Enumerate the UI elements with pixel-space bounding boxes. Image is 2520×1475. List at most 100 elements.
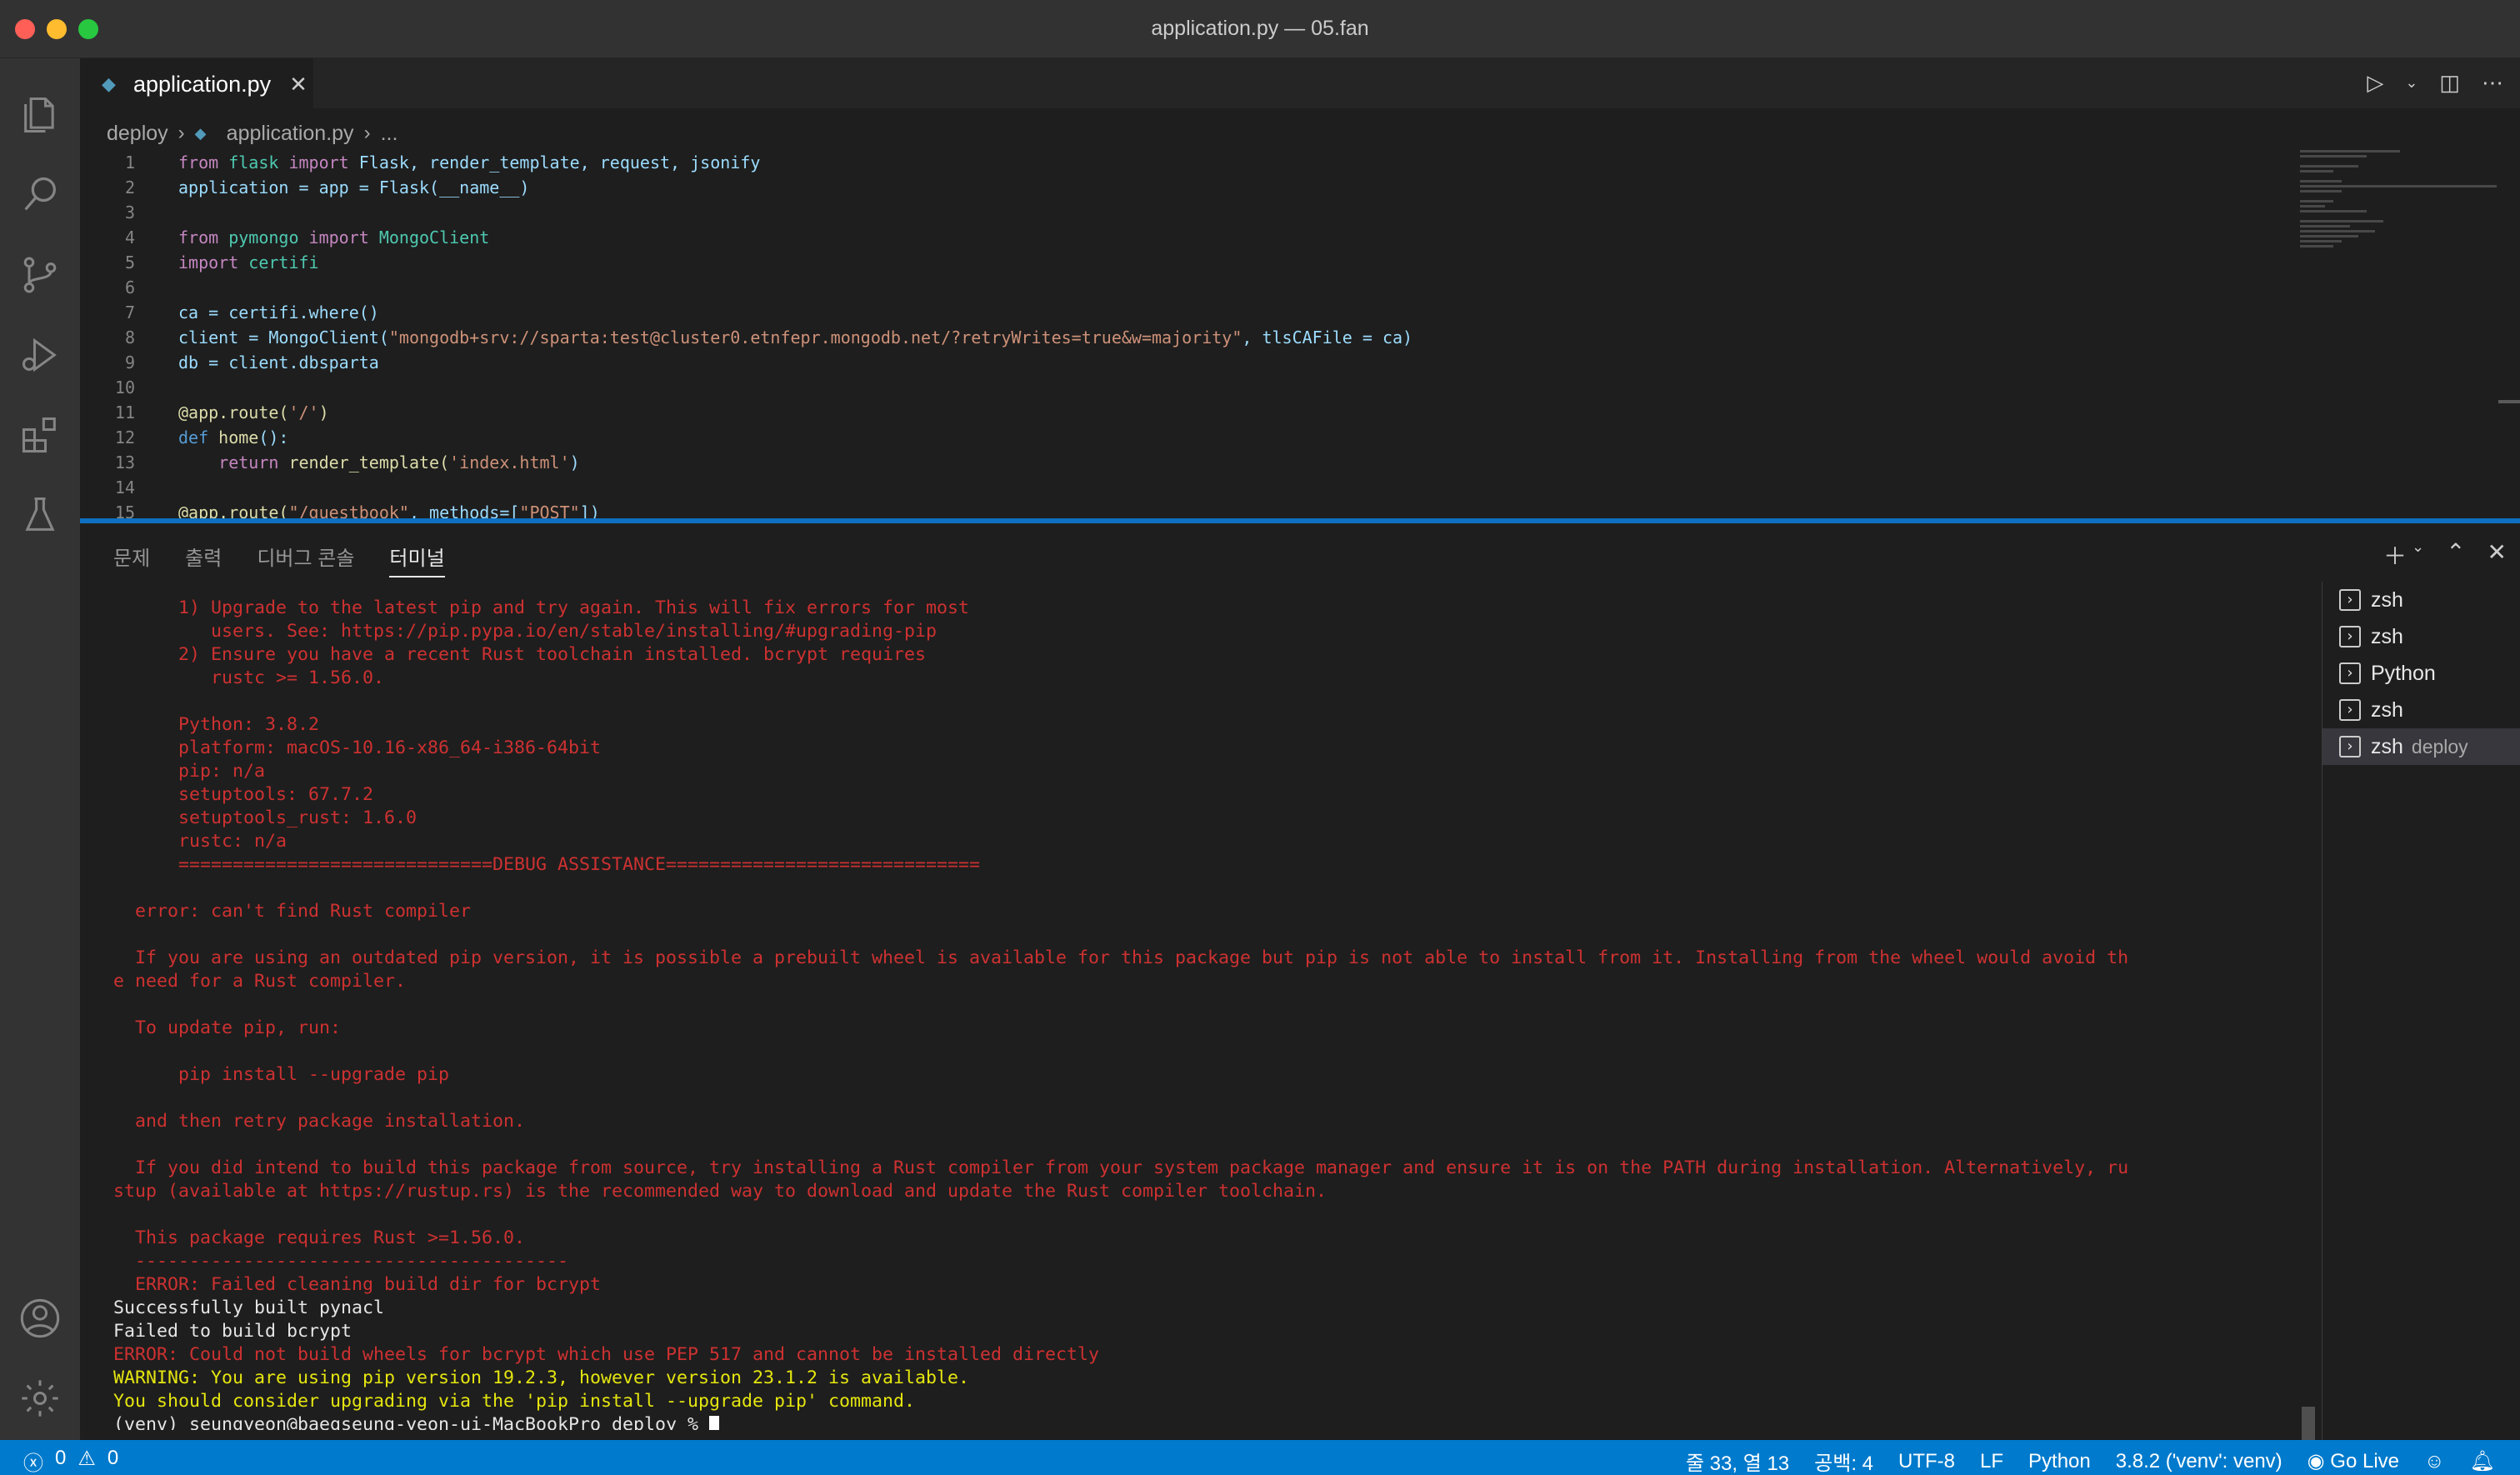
terminal-name: zsh <box>2371 734 2403 758</box>
terminal-line: This package requires Rust >=1.56.0. <box>113 1228 526 1248</box>
line-number: 9 <box>124 352 135 372</box>
more-actions-icon[interactable]: ⋯ <box>2482 70 2503 96</box>
panel-tab-bar: 문제 출력 디버그 콘솔 터미널 <box>113 542 445 578</box>
code-line: 15 @app.route("/guestbook", methods=["PO… <box>80 500 2330 518</box>
editor-actions: ▷ ⌄ ◫ ⋯ <box>2367 70 2503 96</box>
split-editor-icon[interactable]: ◫ <box>2439 70 2460 96</box>
terminal-line: platform: macOS-10.16-x86_64-i386-64bit <box>113 738 602 758</box>
line-number: 14 <box>114 478 135 498</box>
notifications-bell-icon[interactable]: 🔔︎ <box>2470 1449 2495 1473</box>
window-title: application.py — 05.fan <box>1151 17 1369 40</box>
python-interpreter[interactable]: 3.8.2 ('venv': venv) <box>2116 1450 2282 1473</box>
code-editor[interactable]: 1 from flask import Flask, render_templa… <box>80 150 2330 518</box>
editor-scrollbar[interactable] <box>2498 400 2520 403</box>
go-live-button[interactable]: ◉ Go Live <box>2308 1449 2399 1473</box>
breadcrumb-file[interactable]: application.py <box>227 122 354 146</box>
terminal-line: error: can't find Rust compiler <box>113 901 472 922</box>
terminal-list-item[interactable]: › Python <box>2322 655 2520 692</box>
terminal-dropdown-icon[interactable]: ⌄ <box>2412 538 2424 572</box>
warning-count: 0 <box>107 1447 119 1469</box>
terminal-line: WARNING: You are using pip version 19.2.… <box>113 1368 970 1388</box>
breadcrumb-folder[interactable]: deploy <box>107 122 168 146</box>
terminal-line: To update pip, run: <box>113 1018 342 1038</box>
tab-application-py[interactable]: ◆ application.py ✕ <box>80 58 313 108</box>
indentation[interactable]: 공백: 4 <box>1814 1447 1873 1475</box>
end-of-line[interactable]: LF <box>1980 1450 2003 1473</box>
breadcrumb: deploy › ◆ application.py › ... <box>107 118 398 148</box>
account-icon[interactable] <box>17 1295 63 1342</box>
terminal-name: Python <box>2371 661 2436 685</box>
language-mode[interactable]: Python <box>2028 1450 2091 1473</box>
testing-icon[interactable] <box>17 492 63 538</box>
run-python-icon[interactable]: ▷ <box>2367 70 2383 96</box>
code-line: 11 @app.route('/') <box>80 400 2330 425</box>
terminal-line: Python: 3.8.2 <box>113 714 320 735</box>
code-line: 14 <box>80 475 2330 500</box>
terminal-list-item[interactable]: › zsh <box>2322 582 2520 618</box>
terminal-icon: › <box>2339 699 2361 721</box>
terminal-name: zsh <box>2371 624 2403 648</box>
source-control-icon[interactable] <box>17 252 63 298</box>
editor-tab-bar: ◆ application.py ✕ ▷ ⌄ ◫ ⋯ <box>80 58 2520 108</box>
error-icon: ⓧ <box>23 1452 43 1475</box>
terminal-line: pip install --upgrade pip <box>113 1064 450 1085</box>
tab-problems[interactable]: 문제 <box>113 542 150 578</box>
terminal-prompt[interactable]: (venv) seungyeon@baegseung-yeon-ui-MacBo… <box>113 1413 2363 1430</box>
panel-actions: ＋ ⌄ ⌃ ✕ <box>2383 538 2507 572</box>
tab-debug-console[interactable]: 디버그 콘솔 <box>257 542 354 578</box>
extensions-icon[interactable] <box>17 412 63 458</box>
breadcrumb-chevron-icon: › <box>178 122 185 144</box>
python-file-icon: ◆ <box>194 124 207 142</box>
breadcrumb-chevron-icon: › <box>363 122 371 144</box>
feedback-icon[interactable]: ☺ <box>2424 1450 2445 1473</box>
line-number: 7 <box>124 302 135 322</box>
line-number: 5 <box>124 252 135 272</box>
run-dropdown-icon[interactable]: ⌄ <box>2405 74 2418 92</box>
tab-output[interactable]: 출력 <box>185 542 222 578</box>
status-bar: ⓧ 0 ⚠ 0 줄 33, 열 13 공백: 4 UTF-8 LF Python… <box>0 1440 2520 1475</box>
cursor-position[interactable]: 줄 33, 열 13 <box>1686 1447 1789 1475</box>
code-line: 8 client = MongoClient("mongodb+srv://sp… <box>80 325 2330 350</box>
terminal-icon: › <box>2339 736 2361 758</box>
terminal-line: setuptools_rust: 1.6.0 <box>113 808 418 828</box>
line-number: 4 <box>124 228 135 248</box>
terminal-icon: › <box>2339 662 2361 684</box>
terminal-line: rustc >= 1.56.0. <box>113 668 385 688</box>
run-debug-icon[interactable] <box>17 332 63 378</box>
tab-label: application.py <box>133 71 272 97</box>
terminal-list-item[interactable]: › zsh <box>2322 618 2520 655</box>
problems-indicator[interactable]: ⓧ 0 ⚠ 0 <box>23 1447 118 1475</box>
settings-gear-icon[interactable] <box>17 1375 63 1422</box>
files-icon[interactable] <box>17 92 63 138</box>
terminal-line: Failed to build bcrypt <box>113 1321 352 1342</box>
terminal-list-item[interactable]: › zsh deploy <box>2322 728 2520 765</box>
search-icon[interactable] <box>17 172 63 218</box>
line-number: 6 <box>124 278 135 298</box>
close-panel-icon[interactable]: ✕ <box>2488 538 2507 572</box>
terminal-line: =============================DEBUG ASSIS… <box>113 854 981 875</box>
maximize-panel-icon[interactable]: ⌃ <box>2446 538 2465 572</box>
terminal-line: and then retry package installation. <box>113 1111 526 1132</box>
new-terminal-icon[interactable]: ＋ <box>2383 538 2407 572</box>
code-line: 3 <box>80 200 2330 225</box>
line-number: 13 <box>114 452 135 472</box>
terminal-scrollbar[interactable] <box>2302 1407 2315 1440</box>
encoding[interactable]: UTF-8 <box>1898 1450 1955 1473</box>
terminal-output[interactable]: 1) Upgrade to the latest pip and try aga… <box>113 597 2363 1430</box>
terminal-line: ERROR: Could not build wheels for bcrypt… <box>113 1344 1100 1365</box>
terminal-cursor <box>709 1416 720 1430</box>
terminal-line: You should consider upgrading via the 'p… <box>113 1391 916 1412</box>
minimap[interactable] <box>2300 150 2500 317</box>
line-number: 10 <box>114 378 135 398</box>
breadcrumb-symbols[interactable]: ... <box>381 122 398 146</box>
terminal-list-item[interactable]: › zsh <box>2322 692 2520 728</box>
code-line: 13 return render_template('index.html') <box>80 450 2330 475</box>
tab-terminal[interactable]: 터미널 <box>389 542 445 578</box>
code-line: 4 from pymongo import MongoClient <box>80 225 2330 250</box>
tab-close-icon[interactable]: ✕ <box>289 72 308 98</box>
